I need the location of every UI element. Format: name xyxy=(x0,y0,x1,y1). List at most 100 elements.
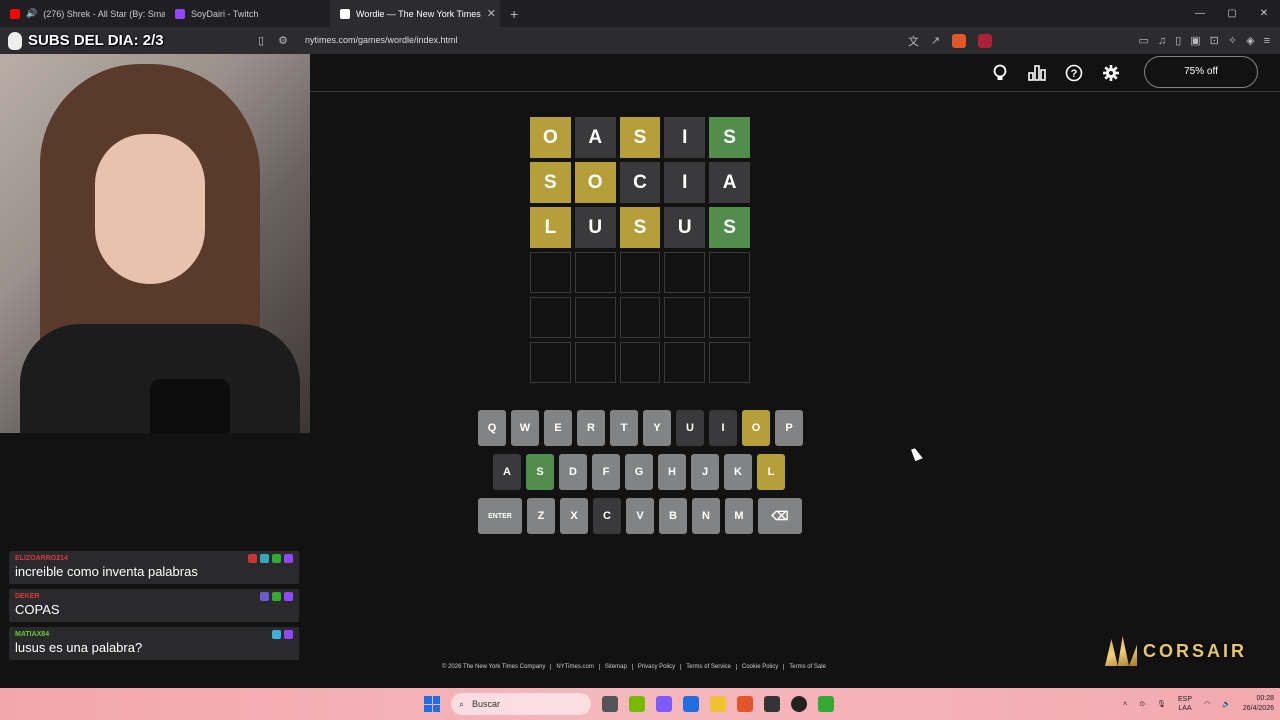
chat-text: COPAS xyxy=(15,602,60,617)
enter-key[interactable]: ENTER xyxy=(478,498,522,534)
webcam-overlay xyxy=(0,54,310,433)
maximize-button[interactable]: ▢ xyxy=(1216,8,1248,19)
key-w[interactable]: W xyxy=(511,410,539,446)
key-p[interactable]: P xyxy=(775,410,803,446)
clock-time: 00:28 xyxy=(1256,695,1274,702)
key-x[interactable]: X xyxy=(560,498,588,534)
help-icon[interactable]: ? xyxy=(1064,63,1084,83)
clock[interactable]: 00:28 26/4/2026 xyxy=(1243,694,1274,714)
backspace-key[interactable]: ⌫ xyxy=(758,498,802,534)
key-z[interactable]: Z xyxy=(527,498,555,534)
badge-icon xyxy=(272,630,281,639)
key-i[interactable]: I xyxy=(709,410,737,446)
tab-wordle[interactable]: Wordle — The New York Times ✕ xyxy=(330,0,500,27)
board-tile xyxy=(709,297,750,338)
minimize-button[interactable]: — xyxy=(1184,8,1216,19)
twitch-icon xyxy=(175,8,185,19)
board-tile: O xyxy=(530,117,571,158)
corsair-wordmark: CORSAIR xyxy=(1143,640,1248,661)
key-d[interactable]: D xyxy=(559,454,587,490)
key-t[interactable]: T xyxy=(610,410,638,446)
tab-shrek[interactable]: 🔊 (276) Shrek - All Star (By: Smash Mout… xyxy=(0,0,165,27)
key-f[interactable]: F xyxy=(592,454,620,490)
subscribe-offer-button[interactable]: 75% off xyxy=(1144,56,1258,88)
key-h[interactable]: H xyxy=(658,454,686,490)
key-c[interactable]: C xyxy=(593,498,621,534)
vpn-icon[interactable]: ◈ xyxy=(1246,34,1254,47)
share-icon[interactable]: ↗ xyxy=(931,34,940,47)
obs-icon[interactable] xyxy=(791,696,807,712)
key-o[interactable]: O xyxy=(742,410,770,446)
wifi-icon[interactable]: ◠ xyxy=(1204,700,1210,708)
app-icon[interactable] xyxy=(764,696,780,712)
key-u[interactable]: U xyxy=(676,410,704,446)
taskbar-apps: ⌕ Buscar xyxy=(424,688,834,720)
keyboard-row: QWERTYUIOP xyxy=(478,410,804,446)
volume-icon[interactable]: 🔈 xyxy=(1222,700,1231,708)
new-tab-button[interactable]: + xyxy=(500,6,528,22)
close-window-button[interactable]: ✕ xyxy=(1248,8,1280,19)
hint-bulb-icon[interactable] xyxy=(990,63,1010,83)
taskbar-search[interactable]: ⌕ Buscar xyxy=(451,693,591,715)
board-tile xyxy=(530,297,571,338)
key-r[interactable]: R xyxy=(577,410,605,446)
key-k[interactable]: K xyxy=(724,454,752,490)
key-j[interactable]: J xyxy=(691,454,719,490)
url-field[interactable]: nytimes.com/games/wordle/index.html xyxy=(305,27,458,54)
copilot-icon[interactable] xyxy=(656,696,672,712)
footer-link-terms-service[interactable]: Terms of Service xyxy=(680,664,731,670)
key-m[interactable]: M xyxy=(725,498,753,534)
footer-link-privacy[interactable]: Privacy Policy xyxy=(631,664,675,670)
statistics-icon[interactable] xyxy=(1027,63,1047,83)
speaker-icon[interactable]: 🔊 xyxy=(26,8,37,19)
file-explorer-icon[interactable] xyxy=(710,696,726,712)
footer-link-terms-sale[interactable]: Terms of Sale xyxy=(783,664,826,670)
badge-icon xyxy=(272,592,281,601)
brave-shield-icon[interactable] xyxy=(952,33,967,48)
tray-app-icon[interactable]: ⊙ xyxy=(1139,700,1145,708)
key-y[interactable]: Y xyxy=(643,410,671,446)
brave-browser-icon[interactable] xyxy=(737,696,753,712)
windows-start-icon[interactable] xyxy=(424,696,440,712)
tab-twitch[interactable]: SoyDairi - Twitch xyxy=(165,0,330,27)
language-indicator[interactable]: ESP LAA xyxy=(1178,695,1192,713)
board-tile xyxy=(664,252,706,293)
footer-link-nytimes[interactable]: NYTimes.com xyxy=(550,664,594,670)
close-tab-icon[interactable]: ✕ xyxy=(487,7,496,20)
bookmark-icon[interactable]: ▯ xyxy=(258,34,264,47)
chat-username: DEKER xyxy=(15,593,40,600)
media-icon[interactable]: ▭ xyxy=(1139,34,1149,47)
translate-icon[interactable]: 文 xyxy=(908,33,919,49)
corsair-logo: CORSAIR xyxy=(1105,636,1247,666)
key-q[interactable]: Q xyxy=(478,410,506,446)
key-l[interactable]: L xyxy=(757,454,785,490)
site-info-icon[interactable]: ⚙ xyxy=(278,34,288,47)
mic-icon[interactable]: 🎙 xyxy=(1157,700,1166,708)
music-icon[interactable]: ♫ xyxy=(1158,35,1166,47)
badge-icon xyxy=(260,554,269,563)
key-b[interactable]: B xyxy=(659,498,687,534)
board-row xyxy=(530,297,750,338)
key-e[interactable]: E xyxy=(544,410,572,446)
footer-link-cookie[interactable]: Cookie Policy xyxy=(735,664,778,670)
menu-icon[interactable]: ≡ xyxy=(1264,35,1270,47)
leo-ai-icon[interactable]: ✧ xyxy=(1228,34,1237,47)
wallet-icon[interactable]: ▣ xyxy=(1190,34,1200,47)
key-n[interactable]: N xyxy=(692,498,720,534)
badge-icon xyxy=(272,554,281,563)
store-icon[interactable] xyxy=(683,696,699,712)
sidebar-icon[interactable]: ▯ xyxy=(1175,34,1181,47)
key-v[interactable]: V xyxy=(626,498,654,534)
settings-gear-icon[interactable] xyxy=(1101,63,1121,83)
task-view-icon[interactable] xyxy=(602,696,618,712)
key-s[interactable]: S xyxy=(526,454,554,490)
key-g[interactable]: G xyxy=(625,454,653,490)
brave-rewards-icon[interactable] xyxy=(978,33,993,48)
extensions-icon[interactable]: ⊡ xyxy=(1210,34,1219,47)
footer-link-sitemap[interactable]: Sitemap xyxy=(598,664,627,670)
browser-tab-strip: 🔊 (276) Shrek - All Star (By: Smash Mout… xyxy=(0,0,1280,27)
nvidia-icon[interactable] xyxy=(629,696,645,712)
app-icon[interactable] xyxy=(818,696,834,712)
key-a[interactable]: A xyxy=(493,454,521,490)
chevron-up-icon[interactable]: ˄ xyxy=(1123,701,1127,708)
